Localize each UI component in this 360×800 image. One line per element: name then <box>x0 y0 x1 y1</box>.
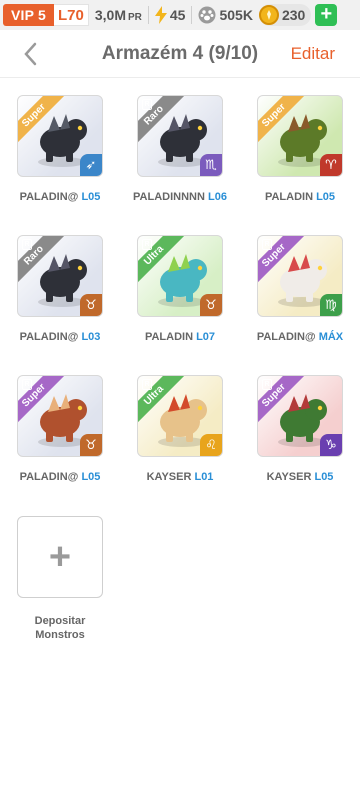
element-icon: ➶ <box>80 154 102 176</box>
monster-card[interactable]: Super ♈ PALADIN L05 <box>257 95 343 203</box>
energy-counter[interactable]: 45 <box>154 6 186 24</box>
monster-name: KAYSER <box>146 471 192 483</box>
gold-value: 230 <box>281 7 306 23</box>
edit-button[interactable]: Editar <box>291 44 335 64</box>
monster-level: MÁX <box>318 331 344 343</box>
monster-caption: KAYSER L01 <box>115 471 245 483</box>
gold-coin-icon <box>258 5 279 25</box>
monster-card[interactable]: Super ➶ PALADIN@ L05 <box>17 95 103 203</box>
monster-level: L06 <box>208 191 227 203</box>
element-icon: ♏ <box>200 154 222 176</box>
monster-thumbnail[interactable]: Ultra R ♉ <box>137 235 223 317</box>
r-badge-icon: R <box>142 379 152 390</box>
gold-counter[interactable]: 230 <box>258 4 312 26</box>
divider <box>191 6 193 24</box>
monster-thumbnail[interactable]: Super ♈ <box>257 95 343 177</box>
monster-caption: PALADIN@ L03 <box>0 331 125 343</box>
r-badge-icon: R <box>22 379 32 390</box>
food-counter[interactable]: 505K <box>198 6 253 24</box>
deposit-label: Depositar Monstros <box>17 614 103 642</box>
element-icon: ♉ <box>200 294 222 316</box>
monster-caption: PALADIN@ L05 <box>0 471 125 483</box>
energy-value: 45 <box>169 7 186 23</box>
food-value: 505K <box>219 7 253 23</box>
monster-name: PALADIN@ <box>19 191 79 203</box>
r-badge-icon: R <box>22 239 32 250</box>
monster-caption: PALADINNNN L06 <box>115 191 245 203</box>
monster-card[interactable]: Super R ♍ PALADIN@ MÁX <box>257 235 343 343</box>
r-badge-icon: R <box>262 239 272 250</box>
divider <box>147 6 149 24</box>
paw-icon <box>198 6 216 24</box>
monster-level: L05 <box>81 191 101 203</box>
status-bar: VIP 5 L70 3,0M PR 45 505K 230 + <box>0 0 360 30</box>
monster-level: L05 <box>316 191 336 203</box>
monster-name: PALADIN <box>264 191 314 203</box>
add-gold-button[interactable]: + <box>315 4 338 26</box>
element-icon: ♈ <box>320 154 342 176</box>
monster-card[interactable]: Ultra R ♉ PALADIN L07 <box>137 235 223 343</box>
monster-thumbnail[interactable]: Super R ♍ <box>257 235 343 317</box>
monster-level: L07 <box>196 331 216 343</box>
monster-caption: PALADIN@ MÁX <box>235 331 360 343</box>
power-rating-value: 3,0M <box>94 7 126 23</box>
monster-caption: PALADIN L05 <box>235 191 360 203</box>
monster-thumbnail[interactable]: Raro R ♉ <box>17 235 103 317</box>
monster-name: KAYSER <box>266 471 312 483</box>
element-icon: ♉ <box>80 434 102 456</box>
monster-level: L01 <box>194 471 214 483</box>
monster-card[interactable]: Super R ♑ KAYSER L05 <box>257 375 343 483</box>
monster-card[interactable]: Super R ♉ PALADIN@ L05 <box>17 375 103 483</box>
r-badge-icon: R <box>142 99 152 110</box>
deposit-label-line: Monstros <box>35 629 85 641</box>
monster-name: PALADIN <box>144 331 194 343</box>
element-icon: ♌ <box>200 434 222 456</box>
player-level: L70 <box>54 4 89 26</box>
monster-level: L03 <box>81 331 101 343</box>
deposit-label-line: Depositar <box>34 615 86 627</box>
monster-caption: PALADIN L07 <box>115 331 245 343</box>
monster-card[interactable]: Ultra R ♌ KAYSER L01 <box>137 375 223 483</box>
monster-caption: PALADIN@ L05 <box>0 191 125 203</box>
r-badge-icon: R <box>262 379 272 390</box>
monster-thumbnail[interactable]: Super ➶ <box>17 95 103 177</box>
power-rating-unit: PR <box>127 12 142 23</box>
monster-thumbnail[interactable]: Ultra R ♌ <box>137 375 223 457</box>
monster-card[interactable]: Raro R ♉ PALADIN@ L03 <box>17 235 103 343</box>
monster-thumbnail[interactable]: Raro R ♏ <box>137 95 223 177</box>
monster-name: PALADINNNN <box>133 191 205 203</box>
monster-card[interactable]: Raro R ♏ PALADINNNN L06 <box>133 95 227 203</box>
monster-level: L05 <box>81 471 101 483</box>
element-icon: ♉ <box>80 294 102 316</box>
deposit-monsters-button[interactable]: + Depositar Monstros <box>17 516 103 642</box>
page-header: Armazém 4 (9/10) Editar <box>0 30 360 78</box>
element-icon: ♍ <box>320 294 342 316</box>
monster-level: L05 <box>314 471 334 483</box>
power-rating: 3,0M PR <box>95 7 142 23</box>
monster-name: PALADIN@ <box>19 471 79 483</box>
monster-thumbnail[interactable]: Super R ♉ <box>17 375 103 457</box>
monster-name: PALADIN@ <box>256 331 316 343</box>
lightning-icon <box>154 6 167 24</box>
element-icon: ♑ <box>320 434 342 456</box>
monster-caption: KAYSER L05 <box>235 471 360 483</box>
monster-name: PALADIN@ <box>19 331 79 343</box>
vip-badge[interactable]: VIP 5 <box>3 4 54 26</box>
monster-thumbnail[interactable]: Super R ♑ <box>257 375 343 457</box>
r-badge-icon: R <box>142 239 152 250</box>
plus-icon[interactable]: + <box>17 516 103 598</box>
